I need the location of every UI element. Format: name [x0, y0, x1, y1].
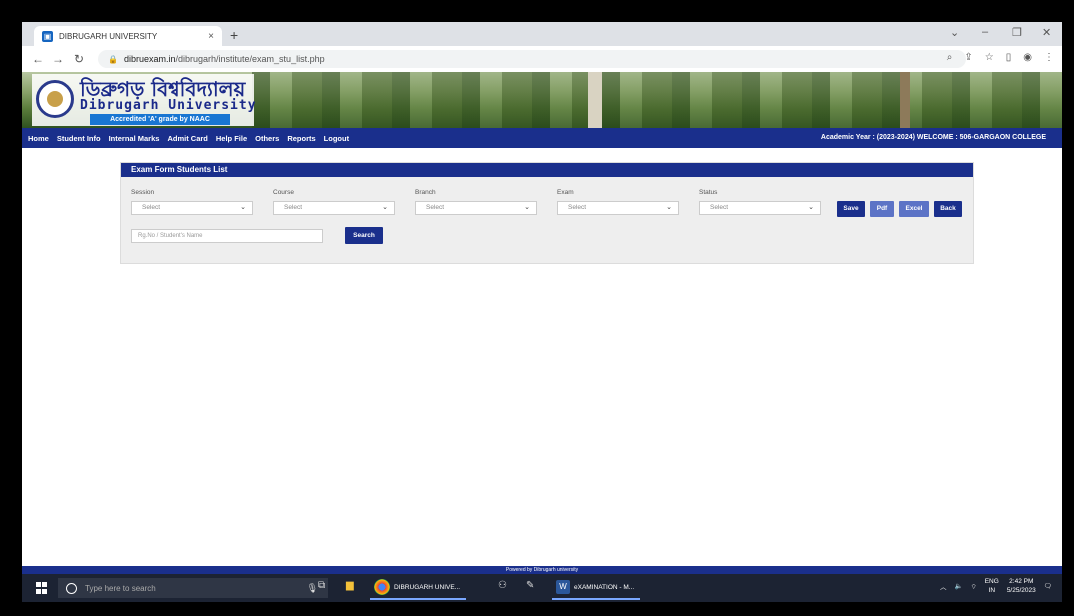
nav-student-info[interactable]: Student Info — [57, 134, 101, 143]
clock-date: 5/25/2023 — [1006, 587, 1036, 594]
nav-others[interactable]: Others — [255, 134, 279, 143]
tea-garden-image — [252, 72, 1062, 128]
exam-label: Exam — [557, 189, 574, 196]
back-arrow-icon[interactable]: ← — [32, 52, 44, 66]
clock[interactable]: 2:42 PM 5/25/2023 — [1007, 577, 1036, 595]
microphone-icon[interactable]: 🎙 — [307, 583, 318, 594]
close-tab-icon[interactable]: × — [204, 31, 218, 42]
chrome-icon — [374, 579, 390, 595]
english-university-name: Dibrugarh University — [80, 98, 257, 113]
file-explorer-icon[interactable]: ▆ — [346, 580, 354, 591]
pdf-button[interactable]: Pdf — [870, 201, 894, 217]
page-footer: Powered by Dibrugarh university — [22, 566, 1062, 574]
minimize-button[interactable]: – — [982, 26, 988, 38]
nav-help-file[interactable]: Help File — [216, 134, 247, 143]
main-nav: Home Student Info Internal Marks Admit C… — [22, 128, 1062, 148]
close-window-button[interactable]: ✕ — [1042, 26, 1051, 39]
lang-code: ENG — [984, 578, 999, 585]
browser-tab[interactable]: ▣ DIBRUGARH UNIVERSITY × — [34, 26, 222, 46]
forward-arrow-icon[interactable]: → — [52, 52, 64, 66]
save-button[interactable]: Save — [837, 201, 865, 217]
reload-icon[interactable]: ↻ — [74, 52, 84, 66]
zoom-icon[interactable]: ⌕ — [947, 52, 953, 63]
tab-title: DIBRUGARH UNIVERSITY — [59, 31, 158, 41]
course-select[interactable]: Select ⌄ — [273, 201, 395, 215]
nav-reports[interactable]: Reports — [287, 134, 315, 143]
profile-icon[interactable]: ◉ — [1023, 52, 1032, 63]
menu-kebab-icon[interactable]: ⋮ — [1044, 52, 1054, 63]
windows-taskbar: Type here to search 🎙 ⧉ ▆ DIBRUGARH UNIV… — [22, 574, 1062, 602]
chevron-up-icon[interactable]: ︿ — [940, 581, 947, 591]
chevron-down-icon: ⌄ — [524, 204, 530, 211]
chevron-down-icon: ⌄ — [382, 204, 388, 211]
chevron-down-icon: ⌄ — [240, 204, 246, 211]
panel-title: Exam Form Students List — [121, 163, 973, 177]
taskbar-chrome-app[interactable]: DIBRUGARH UNIVE... — [370, 576, 467, 600]
region-code: IN — [988, 587, 996, 594]
taskbar-app1-label: DIBRUGARH UNIVE... — [394, 583, 461, 591]
sidebar-icon[interactable]: ▯ — [1006, 52, 1012, 63]
taskbar-word-app[interactable]: W eXAMINATION - M... — [552, 576, 641, 600]
course-select-value: Select — [284, 204, 303, 211]
nav-admit-card[interactable]: Admit Card — [167, 134, 207, 143]
branch-label: Branch — [415, 189, 436, 196]
nav-home[interactable]: Home — [28, 134, 49, 143]
session-select-value: Select — [142, 204, 161, 211]
tree-trunk — [900, 72, 910, 128]
university-logo[interactable]: ডিব্ৰুগড় বিশ্ববিদ্যালয় Dibrugarh Unive… — [32, 74, 257, 126]
branch-select[interactable]: Select ⌄ — [415, 201, 537, 215]
language-indicator[interactable]: ENG IN — [985, 577, 999, 595]
notification-icon[interactable]: 🗨 — [1044, 582, 1052, 590]
student-search-input[interactable]: Rg.No / Student's Name — [131, 229, 323, 243]
taskbar-search-box[interactable]: Type here to search 🎙 — [58, 578, 328, 598]
status-label: Status — [699, 189, 718, 196]
tree-trunk — [588, 72, 602, 128]
tab-search-icon[interactable]: ⌄ — [950, 26, 959, 39]
taskbar-app2-label: eXAMINATION - M... — [574, 583, 635, 591]
nav-logout[interactable]: Logout — [324, 134, 349, 143]
chevron-down-icon: ⌄ — [808, 204, 814, 211]
url-bar[interactable]: 🔒 dibruexam.in /dibrugarh/institute/exam… — [98, 50, 966, 68]
university-favicon-icon: ▣ — [42, 30, 53, 42]
url-path: /dibrugarh/institute/exam_stu_list.php — [175, 54, 325, 64]
academic-year-welcome: Academic Year : (2023-2024) WELCOME : 50… — [820, 134, 1046, 141]
chevron-down-icon: ⌄ — [666, 204, 672, 211]
browser-tab-strip: ▣ DIBRUGARH UNIVERSITY × + ⌄ – ❐ ✕ — [22, 22, 1062, 46]
excel-button[interactable]: Excel — [899, 201, 929, 217]
taskbar-search-placeholder: Type here to search — [85, 583, 156, 593]
status-select[interactable]: Select ⌄ — [699, 201, 821, 215]
clock-time: 2:42 PM — [1009, 578, 1034, 585]
new-tab-button[interactable]: + — [230, 27, 238, 43]
share-icon[interactable]: ⇪ — [964, 52, 972, 63]
status-select-value: Select — [710, 204, 729, 211]
network-icon[interactable]: ⌔ — [971, 582, 977, 591]
university-seal-icon — [36, 80, 74, 118]
bookmark-star-icon[interactable]: ☆ — [985, 52, 994, 63]
task-view-icon[interactable]: ⧉ — [318, 580, 325, 591]
search-button[interactable]: Search — [345, 227, 383, 244]
exam-form-panel: Exam Form Students List Session Course B… — [120, 162, 974, 264]
university-banner: ডিব্ৰুগড় বিশ্ববিদ্যালয় Dibrugarh Unive… — [22, 72, 1062, 128]
windows-start-icon[interactable] — [36, 582, 48, 594]
lock-icon: 🔒 — [108, 54, 118, 64]
system-tray: ︿ 🔈 ⌔ ENG IN 2:42 PM 5/25/2023 🗨 — [940, 577, 1052, 595]
maximize-button[interactable]: ❐ — [1012, 26, 1022, 39]
nav-internal-marks[interactable]: Internal Marks — [109, 134, 160, 143]
speaker-icon[interactable]: 🔈 — [955, 582, 963, 590]
branch-select-value: Select — [426, 204, 445, 211]
exam-select-value: Select — [568, 204, 587, 211]
naac-badge: Accredited 'A' grade by NAAC — [90, 114, 230, 125]
word-icon: W — [556, 580, 570, 594]
back-button[interactable]: Back — [934, 201, 962, 217]
course-label: Course — [273, 189, 294, 196]
cortana-circle-icon — [66, 582, 77, 594]
screen-frame: ▣ DIBRUGARH UNIVERSITY × + ⌄ – ❐ ✕ ← → ↻… — [22, 22, 1062, 602]
url-domain: dibruexam.in — [123, 54, 176, 64]
address-row: ← → ↻ 🔒 dibruexam.in /dibrugarh/institut… — [22, 46, 1062, 73]
session-select[interactable]: Select ⌄ — [131, 201, 253, 215]
exam-select[interactable]: Select ⌄ — [557, 201, 679, 215]
session-label: Session — [131, 189, 155, 196]
people-app-icon[interactable]: ⚇ — [498, 580, 507, 591]
paint-app-icon[interactable]: ✎ — [526, 580, 534, 591]
